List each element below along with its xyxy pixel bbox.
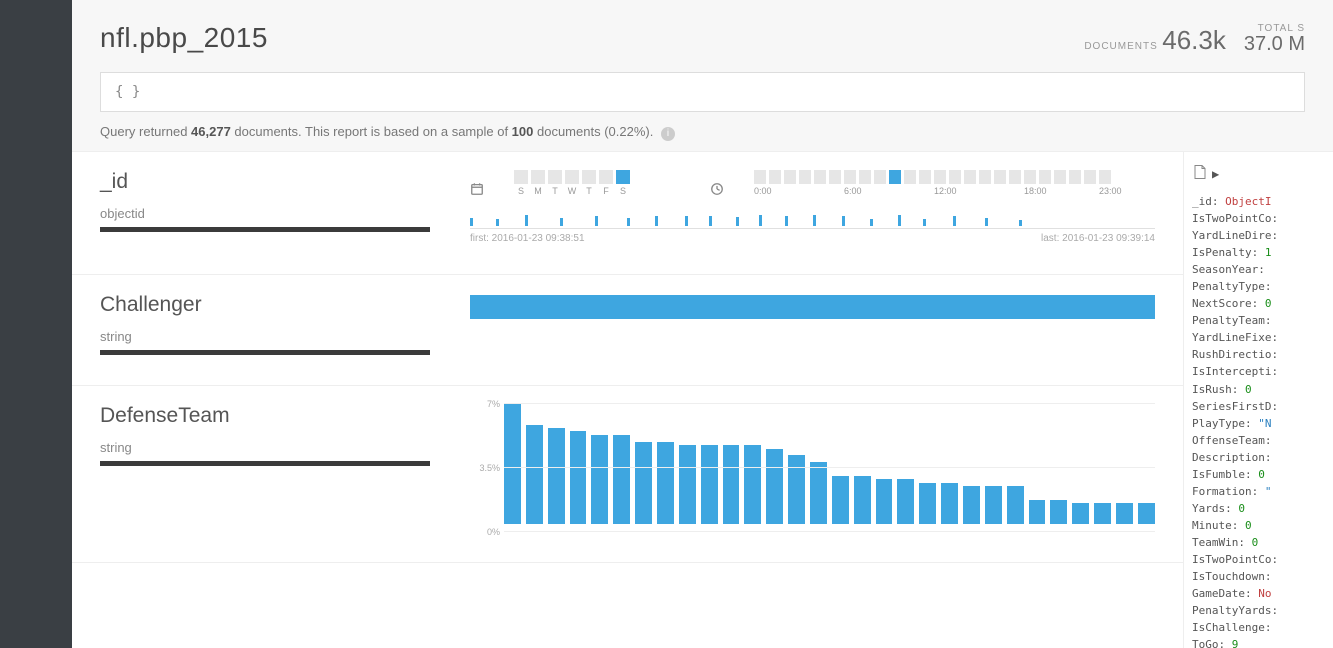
- timeline-first: first: 2016-01-23 09:38:51: [470, 233, 585, 244]
- clock-icon: [710, 182, 724, 196]
- chart-bar[interactable]: [1007, 486, 1024, 524]
- doc-field-line: PlayType: "N: [1192, 415, 1325, 432]
- day-of-week-chart[interactable]: SMTWTFS: [514, 170, 630, 196]
- doc-field-line: PenaltyTeam:: [1192, 312, 1325, 329]
- doc-field-line: IsIntercepti:: [1192, 363, 1325, 380]
- doc-field-line: IsRush: 0: [1192, 381, 1325, 398]
- chart-bar[interactable]: [1050, 500, 1067, 524]
- doc-field-line: GameDate: No: [1192, 585, 1325, 602]
- type-distribution-bar: [100, 227, 430, 232]
- info-icon[interactable]: i: [661, 127, 675, 141]
- chart-bar[interactable]: [570, 431, 587, 524]
- chart-bar[interactable]: [1138, 503, 1155, 524]
- chart-bar[interactable]: [1116, 503, 1133, 524]
- hour-chart[interactable]: [754, 170, 1155, 184]
- chart-bar[interactable]: [810, 462, 827, 524]
- collection-title: nfl.pbp_2015: [100, 22, 268, 54]
- left-nav-rail[interactable]: [0, 0, 72, 648]
- doc-field-line: _id: ObjectI: [1192, 193, 1325, 210]
- chart-bar[interactable]: [766, 449, 783, 524]
- field-type: objectid: [100, 206, 430, 221]
- doc-field-line: IsChallenge:: [1192, 619, 1325, 636]
- chart-bar[interactable]: [679, 445, 696, 524]
- chart-bar[interactable]: [548, 428, 565, 524]
- doc-field-line: PenaltyType:: [1192, 278, 1325, 295]
- doc-field-line: IsTouchdown:: [1192, 568, 1325, 585]
- defenseteam-bar-chart[interactable]: 0%3.5%7%: [470, 404, 1155, 532]
- chart-bar[interactable]: [919, 483, 936, 524]
- main-area: nfl.pbp_2015 Documents 46.3k total s 37.…: [72, 0, 1333, 648]
- chart-bar[interactable]: [876, 479, 893, 524]
- field-Challenger: Challenger string: [72, 275, 1183, 386]
- documents-value: 46.3k: [1162, 25, 1226, 55]
- chart-bar[interactable]: [723, 445, 740, 524]
- doc-field-line: SeriesFirstD:: [1192, 398, 1325, 415]
- doc-field-line: PenaltyYards:: [1192, 602, 1325, 619]
- chart-bar[interactable]: [832, 476, 849, 524]
- document-icon[interactable]: [1192, 164, 1208, 183]
- doc-field-line: OffenseTeam:: [1192, 432, 1325, 449]
- chart-bar[interactable]: [591, 435, 608, 524]
- doc-field-line: NextScore: 0: [1192, 295, 1325, 312]
- query-text: { }: [115, 84, 140, 100]
- doc-field-line: IsFumble: 0: [1192, 466, 1325, 483]
- doc-field-line: TeamWin: 0: [1192, 534, 1325, 551]
- doc-field-line: IsTwoPointCo:: [1192, 551, 1325, 568]
- doc-field-line: Formation: ": [1192, 483, 1325, 500]
- chart-bar[interactable]: [613, 435, 630, 524]
- chart-bar[interactable]: [1072, 503, 1089, 524]
- field-name: _id: [100, 170, 430, 194]
- field-type: string: [100, 440, 430, 455]
- chart-bar[interactable]: [1029, 500, 1046, 524]
- type-distribution-bar: [100, 461, 430, 466]
- chart-bar[interactable]: [1094, 503, 1111, 524]
- header: nfl.pbp_2015 Documents 46.3k total s 37.…: [72, 0, 1333, 72]
- calendar-icon: [470, 182, 484, 196]
- doc-field-line: SeasonYear:: [1192, 261, 1325, 278]
- doc-field-line: IsPenalty: 1: [1192, 244, 1325, 261]
- chart-bar[interactable]: [504, 404, 521, 524]
- doc-field-line: ToGo: 9: [1192, 636, 1325, 648]
- doc-field-line: YardLineFixe:: [1192, 329, 1325, 346]
- field-name: DefenseTeam: [100, 404, 430, 428]
- chart-bar[interactable]: [526, 425, 543, 524]
- header-stats: Documents 46.3k total s 37.0 M: [1084, 23, 1305, 54]
- timeline-last: last: 2016-01-23 09:39:14: [1041, 233, 1155, 244]
- doc-field-line: RushDirectio:: [1192, 346, 1325, 363]
- doc-field-line: Description:: [1192, 449, 1325, 466]
- document-preview-pane[interactable]: ▶ _id: ObjectIIsTwoPointCo: YardLineDire…: [1183, 152, 1333, 648]
- field-type: string: [100, 329, 430, 344]
- chart-bar[interactable]: [744, 445, 761, 524]
- chart-bar[interactable]: [985, 486, 1002, 524]
- field-name: Challenger: [100, 293, 430, 317]
- doc-field-line: IsTwoPointCo:: [1192, 210, 1325, 227]
- chart-bar[interactable]: [788, 455, 805, 524]
- schema-pane[interactable]: _id objectid SMTWTFS 0:006:0012:0: [72, 152, 1183, 648]
- chevron-right-icon[interactable]: ▶: [1212, 167, 1219, 181]
- total-size-value: 37.0 M: [1244, 34, 1305, 54]
- doc-field-line: Minute: 0: [1192, 517, 1325, 534]
- query-input[interactable]: { }: [100, 72, 1305, 112]
- chart-bar[interactable]: [701, 445, 718, 524]
- chart-bar[interactable]: [854, 476, 871, 524]
- result-summary: Query returned 46,277 documents. This re…: [72, 112, 1333, 152]
- chart-bar[interactable]: [635, 442, 652, 524]
- field-_id: _id objectid SMTWTFS 0:006:0012:0: [72, 152, 1183, 275]
- field-DefenseTeam: DefenseTeam string 0%3.5%7%: [72, 386, 1183, 563]
- value-distribution-bar[interactable]: [470, 295, 1155, 319]
- timeline-ticks[interactable]: [470, 210, 1155, 226]
- chart-bar[interactable]: [941, 483, 958, 524]
- chart-bar[interactable]: [963, 486, 980, 524]
- chart-bar[interactable]: [657, 442, 674, 524]
- type-distribution-bar: [100, 350, 430, 355]
- chart-bar[interactable]: [897, 479, 914, 524]
- doc-field-line: Yards: 0: [1192, 500, 1325, 517]
- documents-label: Documents: [1084, 41, 1157, 52]
- doc-field-line: YardLineDire:: [1192, 227, 1325, 244]
